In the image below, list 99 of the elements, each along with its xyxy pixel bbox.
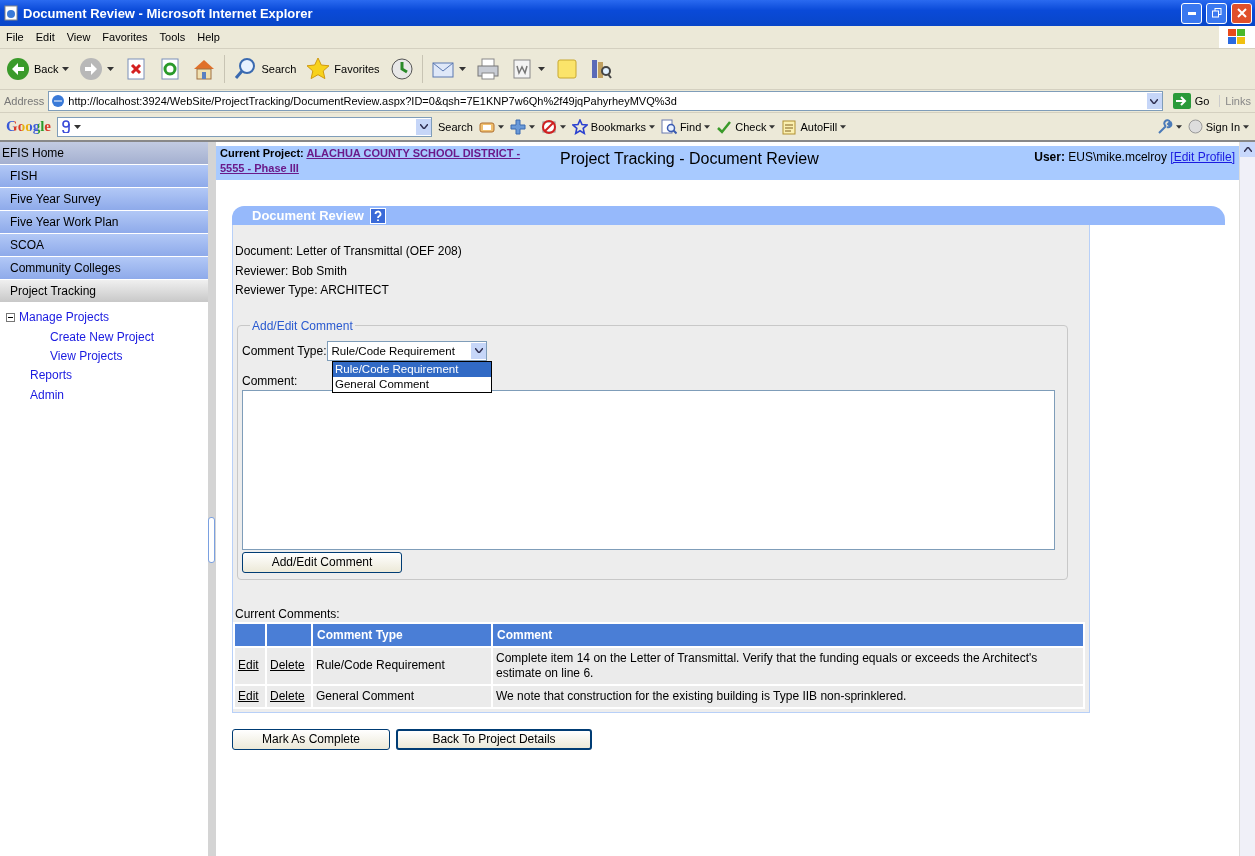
caret-icon[interactable] [840, 124, 847, 129]
restore-button[interactable] [1206, 2, 1227, 24]
nav-item[interactable]: Five Year Work Plan [0, 211, 208, 234]
field-label: Comment: [242, 373, 298, 388]
tree-link[interactable]: Manage Projects [19, 310, 110, 324]
page-title: Project Tracking - Document Review [560, 149, 820, 168]
project-link[interactable]: 5555 - Phase III [220, 162, 299, 174]
go-button[interactable]: Go [1166, 93, 1216, 109]
nav-item[interactable]: SCOA [0, 234, 208, 257]
close-button[interactable] [1231, 2, 1252, 24]
table-cell: Rule/Code Requirement [313, 647, 491, 684]
user-label: User: [1034, 150, 1065, 164]
table-cell: We note that construction for the existing building is Type IIB non-sprinklered. [493, 685, 1083, 707]
star-icon[interactable] [306, 57, 331, 81]
caret-icon[interactable] [769, 124, 776, 129]
help-icon[interactable] [370, 207, 386, 224]
g-icon[interactable] [61, 120, 71, 133]
action-button[interactable]: Back To Project Details [396, 728, 592, 750]
table-cell: General Comment [313, 685, 491, 707]
info-text: Reviewer Type: ARCHITECT [235, 282, 390, 299]
add-edit-comment-button[interactable]: Add/Edit Comment [242, 551, 402, 573]
info-text: Document: Letter of Transmittal (OEF 208) [235, 243, 463, 260]
scroll-up-icon[interactable] [1243, 147, 1252, 152]
caret-icon[interactable] [1243, 124, 1249, 129]
project-label: Current Project: [220, 147, 304, 159]
dropdown-option[interactable]: Rule/Code Requirement [333, 361, 491, 377]
project-link[interactable]: ALACHUA COUNTY SCHOOL DISTRICT - [306, 147, 521, 159]
windows-logo-icon [1227, 28, 1247, 46]
star-icon[interactable] [571, 118, 588, 135]
collapse-handle[interactable] [208, 516, 215, 563]
restore-icon[interactable] [1211, 8, 1222, 18]
blocked-icon[interactable] [540, 118, 557, 135]
tree-link[interactable]: Create New Project [50, 329, 155, 344]
history-icon[interactable] [389, 57, 414, 81]
plus-icon[interactable] [509, 118, 526, 135]
document-icon [3, 5, 19, 21]
search-icon[interactable] [233, 57, 258, 81]
user-name: EUS\mike.mcelroy [1068, 150, 1167, 164]
caret-icon[interactable] [537, 67, 545, 71]
field-label: Comment Type: [242, 343, 327, 358]
menu-item[interactable]: Edit [29, 31, 61, 43]
collapse-icon[interactable] [6, 312, 15, 322]
toolbar-label[interactable]: Bookmarks [590, 120, 646, 133]
caret-icon[interactable] [458, 67, 466, 71]
find-icon[interactable] [660, 118, 677, 135]
google-logo: Google [6, 118, 51, 135]
menu-item[interactable]: File [0, 31, 30, 43]
wrench-icon[interactable] [1156, 118, 1173, 135]
panel-title: Document Review [252, 208, 364, 223]
tree-link[interactable]: Admin [30, 388, 64, 402]
nav-item[interactable]: Project Tracking [0, 280, 208, 303]
menu-item[interactable]: Help [191, 31, 226, 43]
search-field[interactable] [57, 116, 432, 137]
column-header: Comment [493, 623, 1083, 646]
printer-icon[interactable] [475, 57, 500, 81]
toolbar-label[interactable]: Check [735, 120, 767, 133]
caret-icon[interactable] [704, 124, 711, 129]
caret-icon[interactable] [1175, 124, 1182, 129]
tree-link[interactable]: View Projects [50, 348, 123, 363]
circle-icon [1187, 119, 1203, 134]
column-header: Comment Type [313, 623, 491, 646]
toolbar-label[interactable]: Search [261, 63, 297, 75]
tree-link[interactable]: Reports [30, 368, 73, 382]
address-field[interactable]: http://localhost:3924/WebSite/ProjectTracking/DocumentReview.aspx?ID=0&qsh=7E1KNP7w6Qh%2f49jqPahyrheyMVQ%3d [48, 91, 1163, 111]
caret-icon[interactable] [74, 124, 81, 129]
caret-icon[interactable] [62, 67, 70, 71]
caret-icon[interactable] [559, 124, 566, 129]
fieldset-legend: Add/Edit Comment [250, 318, 355, 333]
toolbar-label[interactable]: Favorites [334, 63, 380, 75]
menu-item[interactable]: Favorites [96, 31, 154, 43]
edit-profile-link[interactable]: [Edit Profile] [1170, 150, 1235, 164]
caret-icon[interactable] [107, 67, 115, 71]
minimize-button[interactable] [1181, 2, 1202, 24]
nav-item[interactable]: Community Colleges [0, 257, 208, 280]
section-label: Current Comments: [235, 606, 341, 621]
close-icon[interactable] [1236, 8, 1247, 18]
toolbar-label[interactable]: Find [679, 120, 702, 133]
caret-icon[interactable] [497, 124, 504, 129]
toolbar-label[interactable]: Search [438, 120, 473, 133]
toolbar-label[interactable]: Back [34, 63, 59, 75]
window-title: Document Review - Microsoft Internet Explorer [23, 5, 314, 21]
address-label: Address [4, 95, 45, 107]
caret-icon[interactable] [648, 124, 655, 129]
nav-item[interactable]: Five Year Survey [0, 188, 208, 211]
nav-item[interactable]: EFIS Home [0, 142, 208, 165]
action-button[interactable]: Mark As Complete [232, 728, 390, 750]
dropdown-option[interactable]: General Comment [333, 376, 491, 392]
minimize-icon[interactable] [1187, 11, 1196, 15]
comment-field[interactable] [242, 389, 1055, 550]
comment-type-select[interactable]: Rule/Code Requirement [327, 340, 488, 361]
nav-item[interactable]: FISH [0, 165, 208, 188]
page-icon [51, 94, 66, 108]
info-text: Reviewer: Bob Smith [235, 262, 349, 280]
menu-item[interactable]: Tools [153, 31, 192, 43]
table-cell: Complete item 14 on the Letter of Transmittal. Verify that the funding equals or exceeds the Architect's estimate on line 6. [493, 647, 1083, 684]
sign-in-button[interactable]: Sign In [1205, 120, 1240, 133]
menu-item[interactable]: View [60, 31, 97, 43]
caret-icon[interactable] [528, 124, 535, 129]
toolbar-label[interactable]: AutoFill [800, 120, 838, 133]
